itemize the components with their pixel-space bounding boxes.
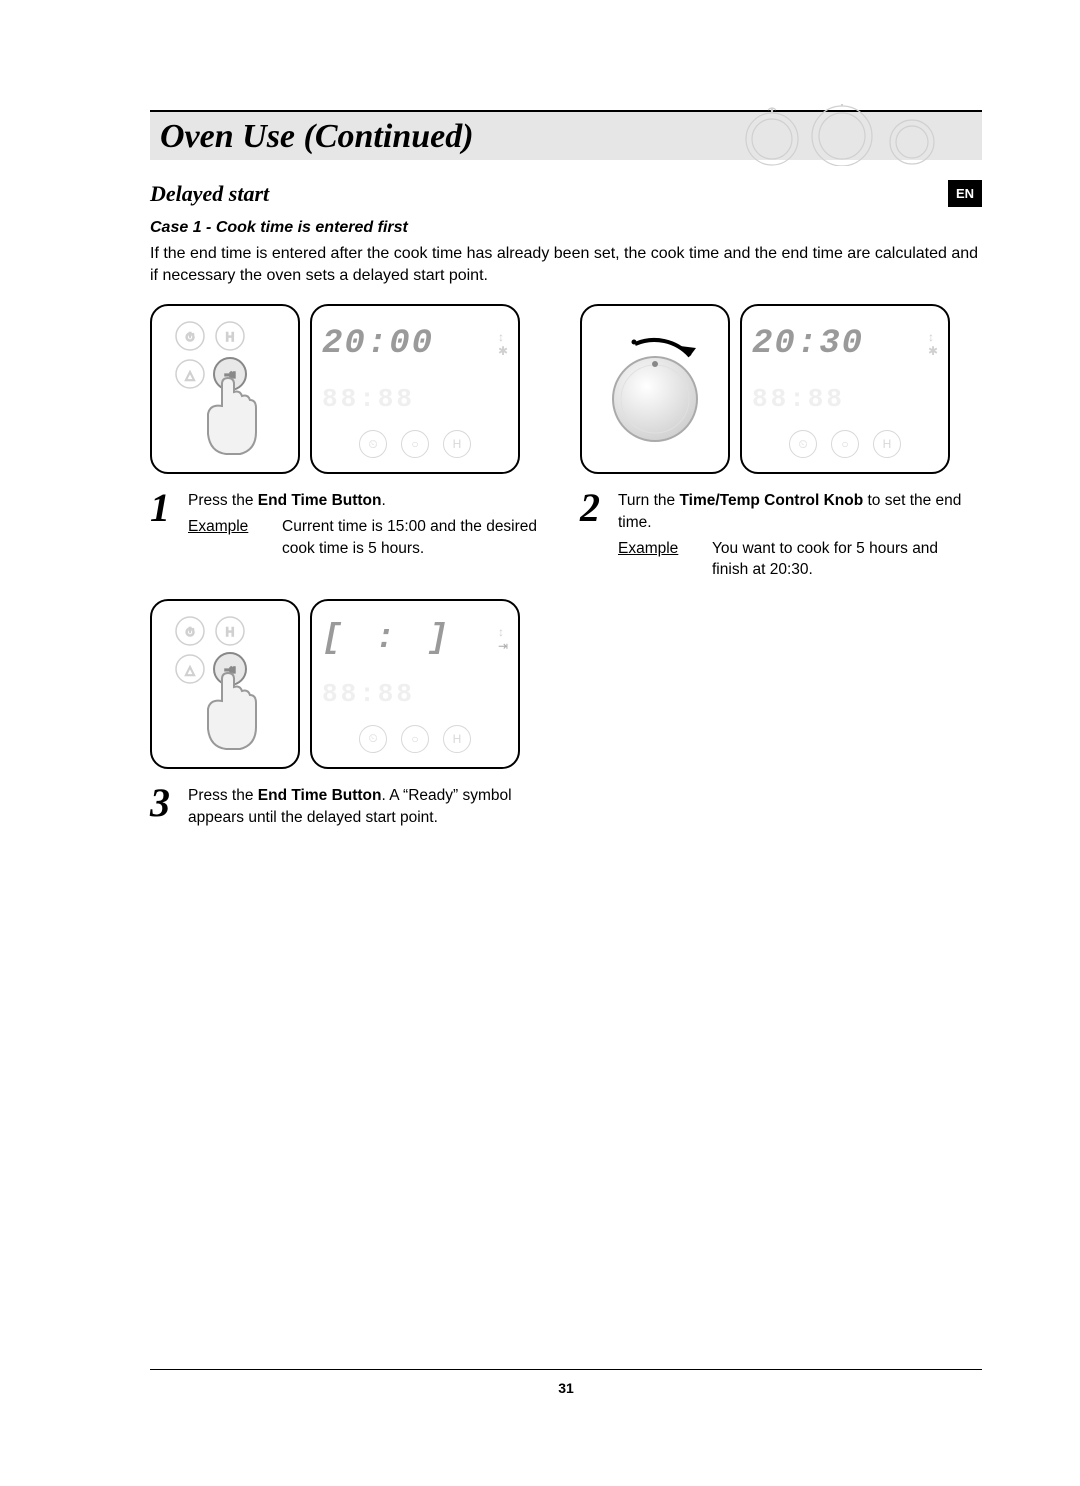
svg-text:△: △ [185, 663, 195, 677]
ghost-segment: 88:88 [322, 384, 415, 414]
svg-text:H: H [226, 625, 235, 639]
step2-text-pre: Turn the [618, 492, 679, 509]
header-decorative-art [722, 104, 962, 166]
knob-turn-icon [590, 314, 720, 464]
updown-icon: ↕ [928, 331, 938, 343]
page-number: 31 [150, 1380, 982, 1396]
display-side-icons: ↕ ⇥ [498, 626, 508, 652]
endtime-icon: ⇥ [498, 640, 508, 652]
mini-circle-icon: ○ [401, 430, 429, 458]
ghost-segment: 88:88 [322, 679, 415, 709]
step-number-1: 1 [150, 490, 180, 559]
mini-timer-icon: ⏲ [789, 430, 817, 458]
updown-icon: ↕ [498, 331, 508, 343]
ghost-segment: 88:88 [752, 384, 845, 414]
step2-display-time: 20:30 [752, 325, 864, 363]
step3-text-pre: Press the [188, 787, 258, 804]
step3-bold: End Time Button [258, 787, 382, 804]
step-number-3: 3 [150, 785, 180, 828]
hand-press-icon: ⏱ H △ ⇥ [160, 609, 290, 759]
step2-instruction: Turn the Time/Temp Control Knob to set t… [618, 490, 970, 533]
star-icon: ✱ [498, 345, 508, 357]
mini-timer-icon: ⏲ [359, 430, 387, 458]
svg-text:⏱: ⏱ [185, 330, 194, 344]
step1-bold: End Time Button [258, 492, 382, 509]
case-title: Case 1 - Cook time is entered first [150, 219, 982, 237]
step2-display-panel: 20:30 ↕ ✱ 88:88 ⏲ ○ H [740, 304, 950, 474]
step1-example-text: Current time is 15:00 and the desired co… [282, 516, 540, 559]
step-1: ⏱ H △ ⇥ 20: [150, 304, 540, 581]
mini-h-icon: H [443, 725, 471, 753]
example-label: Example [618, 538, 688, 581]
page-footer: 31 [150, 1369, 982, 1396]
display-side-icons: ↕ ✱ [498, 331, 508, 357]
mini-h-icon: H [873, 430, 901, 458]
step1-instruction: Press the End Time Button. [188, 490, 540, 512]
section-header-title: Oven Use (Continued) [160, 118, 474, 156]
mini-circle-icon: ○ [831, 430, 859, 458]
step-3: ⏱ H △ ⇥ [ : [150, 599, 540, 828]
step1-press-panel: ⏱ H △ ⇥ [150, 304, 300, 474]
updown-icon: ↕ [498, 626, 508, 638]
svg-text:△: △ [185, 368, 195, 382]
intro-paragraph: If the end time is entered after the coo… [150, 243, 982, 286]
svg-text:H: H [226, 330, 235, 344]
step2-example-text: You want to cook for 5 hours and finish … [712, 538, 970, 581]
step-2: 20:30 ↕ ✱ 88:88 ⏲ ○ H 2 [580, 304, 970, 581]
step1-display-time: 20:00 [322, 325, 434, 363]
step1-display-panel: 20:00 ↕ ✱ 88:88 ⏲ ○ H [310, 304, 520, 474]
mini-h-icon: H [443, 430, 471, 458]
hand-press-icon: ⏱ H △ ⇥ [160, 314, 290, 464]
svg-text:⏱: ⏱ [185, 625, 194, 639]
section-header-bar: Oven Use (Continued) [150, 110, 982, 160]
step3-instruction: Press the End Time Button. A “Ready” sym… [188, 785, 540, 828]
mini-timer-icon: ⏲ [359, 725, 387, 753]
footer-rule [150, 1369, 982, 1370]
step2-knob-panel [580, 304, 730, 474]
language-badge: EN [948, 180, 982, 207]
step1-text-post: . [382, 492, 386, 509]
step-number-2: 2 [580, 490, 610, 581]
step3-display-panel: [ : ] ↕ ⇥ 88:88 ⏲ ○ H [310, 599, 520, 769]
example-label: Example [188, 516, 258, 559]
display-side-icons: ↕ ✱ [928, 331, 938, 357]
step3-display-time: [ : ] [322, 620, 454, 658]
step2-bold: Time/Temp Control Knob [679, 492, 863, 509]
subsection-heading: Delayed start [150, 181, 269, 207]
step3-press-panel: ⏱ H △ ⇥ [150, 599, 300, 769]
step1-text-pre: Press the [188, 492, 258, 509]
star-icon: ✱ [928, 345, 938, 357]
mini-circle-icon: ○ [401, 725, 429, 753]
